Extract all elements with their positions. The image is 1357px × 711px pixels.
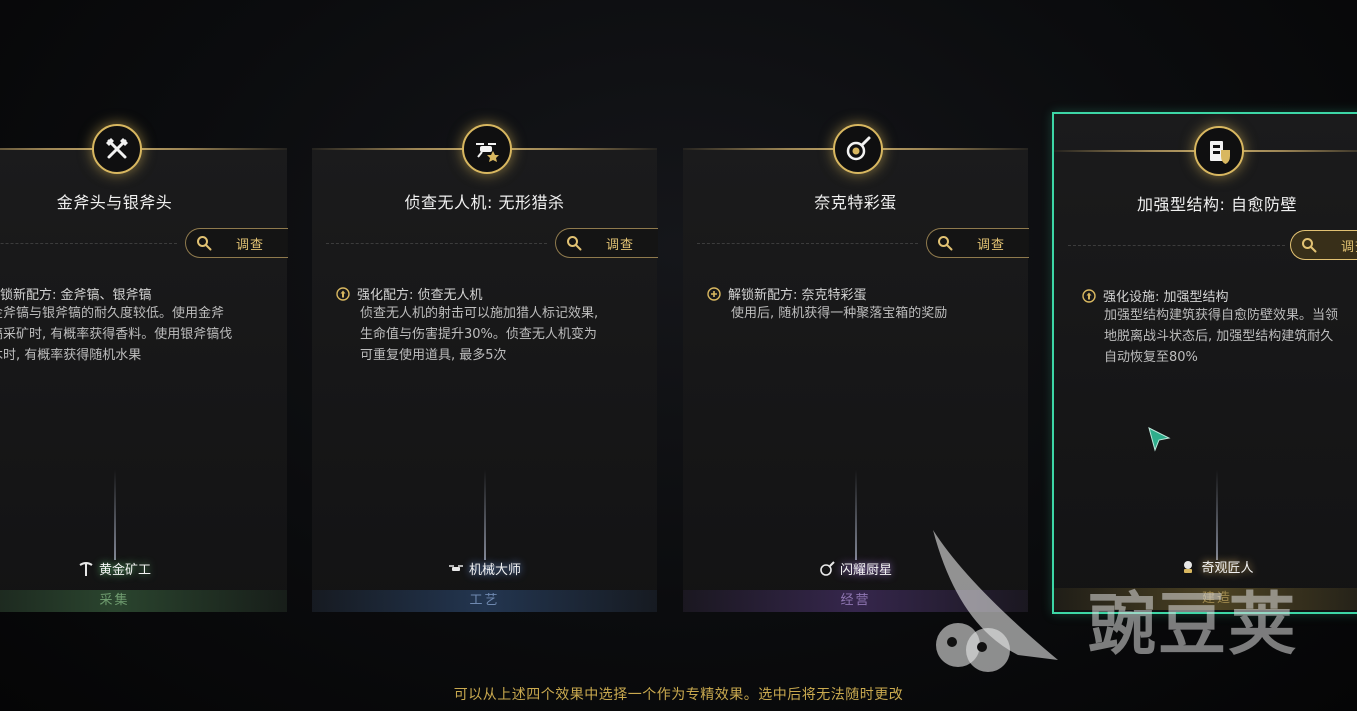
rank-text: 机械大师	[468, 563, 521, 578]
effect-description: 使用后, 随机获得一种聚落宝箱的奖励	[731, 306, 948, 321]
cursor-arrow-icon	[1148, 427, 1171, 452]
pickaxe-icon	[79, 561, 93, 576]
specialization-screen: 金斧头与银斧头 调查 解锁新配方: 金斧镐、银斧镐 金斧镐与银斧镐的耐久度较低。…	[0, 0, 1357, 711]
investigate-label: 调查	[236, 237, 265, 253]
light-beam	[854, 470, 857, 560]
upgrade-icon	[336, 286, 350, 301]
category-bar: 采集	[0, 590, 287, 612]
effect-description: 侦查无人机的射击可以施加猎人标记效果, 生命值与伤害提升30%。侦查无人机变为 …	[360, 306, 599, 363]
watermark-logo	[933, 530, 1058, 672]
divider	[326, 243, 547, 244]
watermark-text: 豌豆荚	[1088, 586, 1299, 665]
investigate-label: 调查	[606, 237, 635, 253]
rank-text: 闪耀厨星	[839, 563, 892, 578]
investigate-label: 调查	[977, 237, 1006, 253]
divider	[0, 243, 177, 244]
crossed-axes-icon	[91, 124, 142, 174]
effect-label: 强化设施: 加强型结构	[1082, 286, 1357, 305]
investigate-label: 调查	[1341, 239, 1357, 255]
card-title: 侦查无人机: 无形猎杀	[404, 193, 565, 212]
card-top-line	[0, 148, 287, 150]
drone-icon	[448, 564, 463, 571]
investigate-button[interactable]: 调查	[555, 228, 658, 258]
divider	[1068, 245, 1285, 246]
investigate-button[interactable]: 调查	[926, 228, 1029, 258]
light-beam	[483, 470, 486, 560]
effect-label-text: 解锁新配方: 金斧镐、银斧镐	[0, 288, 152, 303]
rank-label: 黄金矿工	[0, 559, 287, 578]
search-icon	[197, 236, 212, 251]
effect-label: 解锁新配方: 奈克特彩蛋	[707, 284, 1012, 303]
rank-label: 机械大师	[312, 559, 657, 578]
watermark: 豌豆荚	[928, 525, 1357, 675]
effect-description: 金斧镐与银斧镐的耐久度较低。使用金斧 镐采矿时, 有概率获得香料。使用银斧镐伐 …	[0, 306, 233, 363]
effect-label-text: 强化设施: 加强型结构	[1103, 290, 1229, 305]
effect-label-text: 解锁新配方: 奈克特彩蛋	[728, 288, 867, 303]
frying-pan-icon	[820, 560, 835, 576]
search-icon	[938, 236, 953, 251]
investigate-button[interactable]: 调查	[185, 228, 288, 258]
effect-description: 加强型结构建筑获得自愈防壁效果。当领 地脱离战斗状态后, 加强型结构建筑耐久 自…	[1104, 308, 1339, 365]
specialization-card-1[interactable]: 金斧头与银斧头 调查 解锁新配方: 金斧镐、银斧镐 金斧镐与银斧镐的耐久度较低。…	[0, 124, 288, 612]
plus-circle-icon	[707, 286, 721, 301]
investigate-button[interactable]: 调查	[1290, 230, 1357, 260]
shielded-structure-icon	[1194, 126, 1244, 176]
search-icon	[1302, 238, 1317, 253]
card-title: 金斧头与银斧头	[56, 193, 173, 212]
instruction-text: 可以从上述四个效果中选择一个作为专精效果。选中后将无法随时更改	[453, 687, 904, 703]
drone-icon	[461, 124, 512, 174]
divider	[697, 243, 918, 244]
specialization-card-2[interactable]: 侦查无人机: 无形猎杀 调查 强化配方: 侦查无人机 侦查无人机的射击可以施加猎…	[312, 124, 658, 612]
category-bar: 工艺	[312, 590, 657, 612]
card-title: 奈克特彩蛋	[814, 193, 897, 212]
rank-text: 黄金矿工	[98, 563, 151, 578]
card-title: 加强型结构: 自愈防壁	[1137, 195, 1297, 214]
effect-label: 解锁新配方: 金斧镐、银斧镐	[0, 284, 271, 303]
search-icon	[567, 236, 582, 251]
effect-label: 强化配方: 侦查无人机	[336, 284, 641, 303]
effect-label-text: 强化配方: 侦查无人机	[357, 288, 483, 303]
upgrade-icon	[1082, 288, 1096, 303]
frying-pan-icon	[832, 124, 883, 174]
light-beam	[113, 470, 116, 560]
